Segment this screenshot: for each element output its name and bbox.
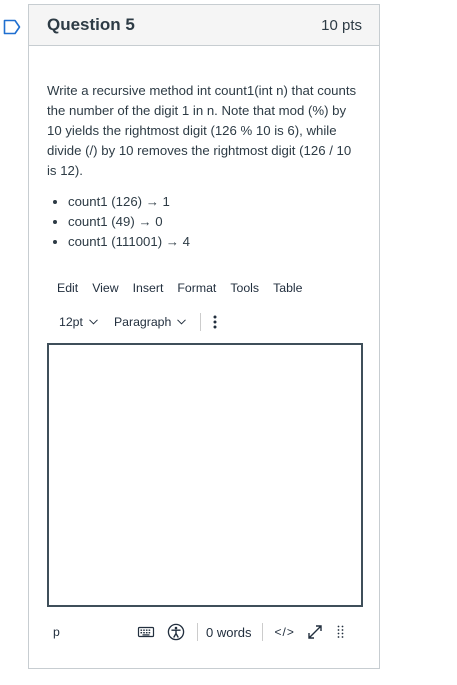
accessibility-icon[interactable] bbox=[167, 623, 185, 641]
editor-statusbar: p 0 words </> bbox=[47, 619, 363, 645]
menu-tools[interactable]: Tools bbox=[230, 281, 259, 295]
more-tools-button[interactable] bbox=[213, 315, 217, 329]
question-header: Question 5 10 pts bbox=[29, 5, 379, 46]
block-format-value: Paragraph bbox=[113, 315, 172, 329]
example-item: count1 (126) → 1 bbox=[68, 192, 361, 212]
question-points: 10 pts bbox=[321, 16, 362, 34]
font-size-select[interactable]: 12pt bbox=[59, 315, 98, 329]
editor-menubar: Edit View Insert Format Tools Table bbox=[57, 281, 316, 295]
menu-view[interactable]: View bbox=[92, 281, 118, 295]
resize-grip-icon[interactable] bbox=[337, 625, 345, 639]
element-path[interactable]: p bbox=[53, 625, 137, 639]
example-item: count1 (49) → 0 bbox=[68, 212, 361, 232]
chevron-down-icon bbox=[89, 319, 98, 325]
menu-insert[interactable]: Insert bbox=[133, 281, 164, 295]
editor-toolbar: 12pt Paragraph bbox=[59, 313, 217, 331]
statusbar-divider bbox=[261, 623, 263, 641]
question-title: Question 5 bbox=[47, 15, 135, 34]
question-card: Question 5 10 pts Write a recursive meth… bbox=[28, 4, 380, 669]
question-body: Write a recursive method int count1(int … bbox=[29, 46, 379, 252]
example-item: count1 (111001) → 4 bbox=[68, 232, 361, 252]
menu-format[interactable]: Format bbox=[177, 281, 216, 295]
menu-edit[interactable]: Edit bbox=[57, 281, 78, 295]
keyboard-icon[interactable] bbox=[137, 623, 155, 641]
statusbar-divider bbox=[197, 623, 198, 641]
menu-table[interactable]: Table bbox=[273, 281, 302, 295]
examples-list: count1 (126) → 1 count1 (49) → 0 count1 … bbox=[47, 192, 361, 252]
flag-question-icon[interactable] bbox=[3, 19, 21, 35]
toolbar-divider bbox=[200, 313, 202, 331]
fullscreen-icon[interactable] bbox=[307, 624, 323, 640]
question-text: Write a recursive method int count1(int … bbox=[47, 83, 357, 178]
rich-text-editor-area[interactable] bbox=[47, 343, 363, 607]
chevron-down-icon bbox=[177, 319, 187, 325]
html-editor-icon[interactable]: </> bbox=[275, 625, 295, 639]
more-vertical-icon bbox=[213, 315, 217, 329]
font-size-value: 12pt bbox=[59, 315, 83, 329]
block-format-select[interactable]: Paragraph bbox=[113, 315, 187, 329]
word-count: 0 words bbox=[206, 624, 252, 640]
